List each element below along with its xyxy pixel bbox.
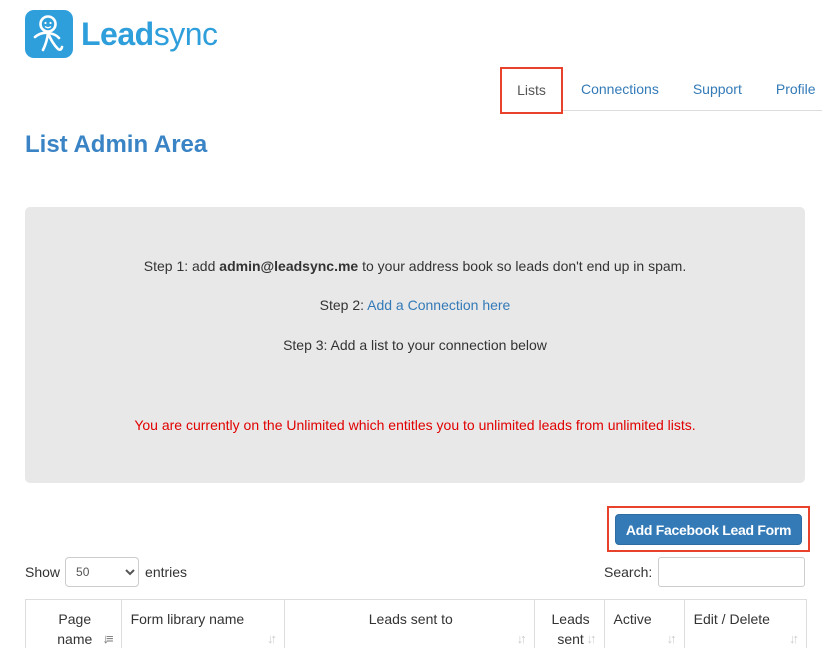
step-1-text: Step 1: add admin@leadsync.me to your ad… (25, 258, 805, 274)
step-3-text: Step 3: Add a list to your connection be… (283, 337, 547, 353)
add-form-highlight: Add Facebook Lead Form (607, 506, 810, 552)
column-label: Leads (551, 611, 590, 627)
page-title: List Admin Area (25, 131, 208, 158)
column-label: Active (613, 611, 652, 627)
leadsync-logo-icon (25, 10, 73, 58)
step-2-prefix: Step 2: (319, 297, 368, 313)
sort-icon: ↓↑ (666, 631, 677, 646)
column-label: Leads sent to (368, 611, 453, 627)
step-1-prefix: Step 1: add (143, 258, 220, 274)
page-length-control: Show 50 entries (25, 557, 187, 587)
search-label: Search: (604, 564, 653, 580)
sort-icon: ↓↑ (586, 631, 597, 646)
admin-email: admin@leadsync.me (219, 258, 359, 274)
column-label: sent (557, 631, 584, 647)
step-2-text: Step 2: Add a Connection here (25, 297, 805, 313)
sort-icon: ↓↑ (266, 631, 277, 646)
plan-notice: You are currently on the Unlimited which… (134, 417, 696, 433)
step-1-suffix: to your address book so leads don't end … (358, 258, 687, 274)
column-label: name (57, 631, 93, 647)
sort-icon: ↓↑ (789, 631, 799, 646)
column-label: Page (58, 611, 92, 627)
add-connection-link[interactable]: Add a Connection here (367, 297, 510, 313)
add-facebook-lead-form-button[interactable]: Add Facebook Lead Form (615, 514, 802, 545)
instructions-panel: Step 1: add admin@leadsync.me to your ad… (25, 207, 805, 483)
column-header-form-library-name[interactable]: Form library name ↓↑ (120, 599, 285, 648)
top-nav: Lists Connections Support Profile (500, 67, 822, 114)
column-header-page-name[interactable]: Page name ↓≡ (25, 599, 122, 648)
column-header-active[interactable]: Active ↓↑ (603, 599, 685, 648)
lists-table: Page name ↓≡ Form library name ↓↑ Leads … (25, 599, 808, 648)
table-header-row: Page name ↓≡ Form library name ↓↑ Leads … (25, 599, 808, 648)
entries-select[interactable]: 50 (65, 557, 140, 587)
sort-asc-icon: ↓≡ (102, 631, 113, 646)
search-input[interactable] (658, 557, 806, 587)
column-header-leads-sent-to[interactable]: Leads sent to ↓↑ (283, 599, 535, 648)
show-label: Show (25, 564, 61, 580)
entries-label: entries (145, 564, 188, 580)
column-header-edit-delete[interactable]: Edit / Delete ↓↑ (683, 599, 808, 648)
column-header-leads-sent[interactable]: Leads sent ↓↑ (533, 599, 605, 648)
nav-tab-connections[interactable]: Connections (565, 67, 675, 110)
brand-name: Leadsync (81, 15, 218, 53)
brand-name-bold: Lead (81, 15, 154, 52)
sort-icon: ↓↑ (516, 631, 527, 646)
nav-tab-profile[interactable]: Profile (760, 67, 816, 110)
nav-tab-support[interactable]: Support (677, 67, 758, 110)
column-label: Form library name (130, 611, 245, 627)
table-search: Search: (604, 557, 806, 587)
brand-name-light: sync (153, 15, 218, 52)
nav-tab-lists[interactable]: Lists (500, 67, 563, 114)
column-label: Edit / Delete (693, 611, 770, 627)
brand-logo[interactable]: Leadsync (25, 10, 218, 58)
